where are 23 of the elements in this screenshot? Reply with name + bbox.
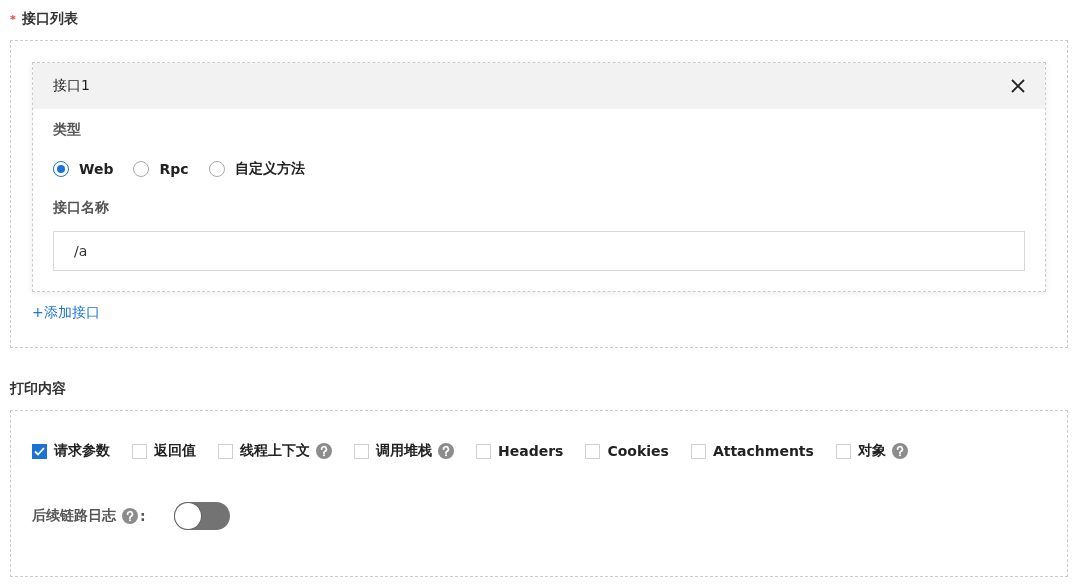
radio-option[interactable]: 自定义方法 — [208, 160, 305, 178]
add-interface-link[interactable]: +添加接口 — [32, 304, 100, 322]
required-mark: * — [10, 12, 16, 26]
close-icon[interactable] — [1011, 79, 1025, 93]
field-label: 接口名称 — [53, 199, 110, 217]
checkbox-option[interactable]: 请求参数 — [32, 442, 110, 460]
section-title: 接口列表 — [21, 10, 78, 28]
section-title: 打印内容 — [10, 380, 66, 398]
colon: : — [140, 508, 146, 524]
input-field[interactable]: /a — [53, 231, 1025, 271]
checkbox-option[interactable]: 线程上下文 — [218, 442, 310, 460]
checkbox-option[interactable]: 对象 — [835, 442, 886, 460]
checkbox-option[interactable]: Headers — [476, 443, 564, 459]
card-title: 接口1 — [53, 77, 90, 95]
field-label: 类型 — [53, 121, 82, 139]
checkbox-option[interactable]: 调用堆栈 — [354, 442, 432, 460]
field-label: 后续链路日志 — [32, 507, 116, 525]
toggle-switch[interactable] — [173, 502, 230, 530]
checkbox-option[interactable]: Cookies — [585, 443, 669, 459]
checkbox-option[interactable]: Attachments — [690, 443, 814, 459]
checkbox-option[interactable]: 返回值 — [132, 442, 196, 460]
radio-option[interactable]: Rpc — [133, 161, 189, 177]
radio-option[interactable]: Web — [53, 161, 114, 177]
